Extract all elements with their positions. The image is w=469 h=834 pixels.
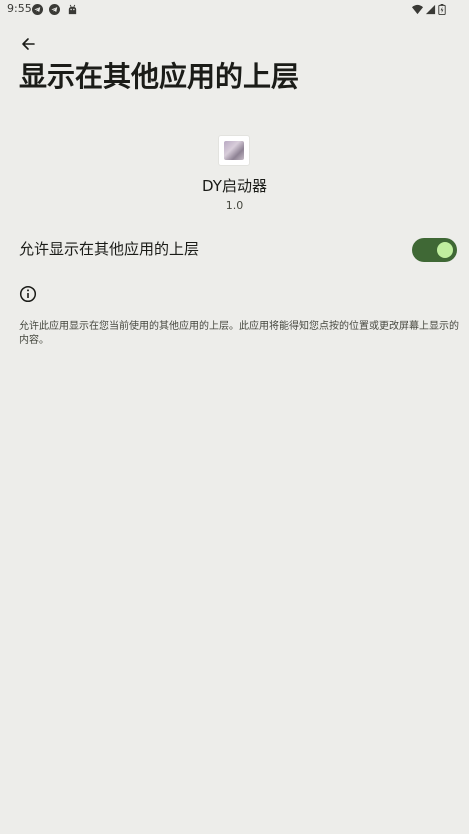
permission-switch[interactable] (412, 238, 457, 262)
switch-thumb (437, 242, 453, 258)
battery-icon (438, 4, 446, 15)
permission-description: 允许此应用显示在您当前使用的其他应用的上层。此应用将能得知您点按的位置或更改屏幕… (19, 321, 459, 346)
app-icon-image (224, 141, 244, 160)
status-bar: 9:55 (0, 0, 469, 20)
app-icon (218, 135, 250, 166)
permission-toggle-label: 允许显示在其他应用的上层 (19, 240, 200, 258)
android-icon (67, 4, 78, 15)
cellular-signal-icon (425, 4, 436, 15)
permission-toggle-row[interactable]: 允许显示在其他应用的上层 (0, 228, 469, 270)
back-button[interactable] (14, 32, 42, 56)
wifi-icon (412, 4, 423, 15)
screen: 9:55 显示在其他应用的上层 DY启动器 1.0 允许显示在其他应用的上层 允… (0, 0, 469, 834)
app-version: 1.0 (225, 199, 244, 212)
telegram-icon (32, 4, 43, 15)
arrow-back-icon (22, 38, 35, 50)
status-time: 9:55 (7, 2, 32, 15)
telegram-icon (49, 4, 60, 15)
app-name: DY启动器 (202, 177, 267, 195)
info-icon (19, 285, 37, 303)
page-title: 显示在其他应用的上层 (19, 60, 300, 93)
